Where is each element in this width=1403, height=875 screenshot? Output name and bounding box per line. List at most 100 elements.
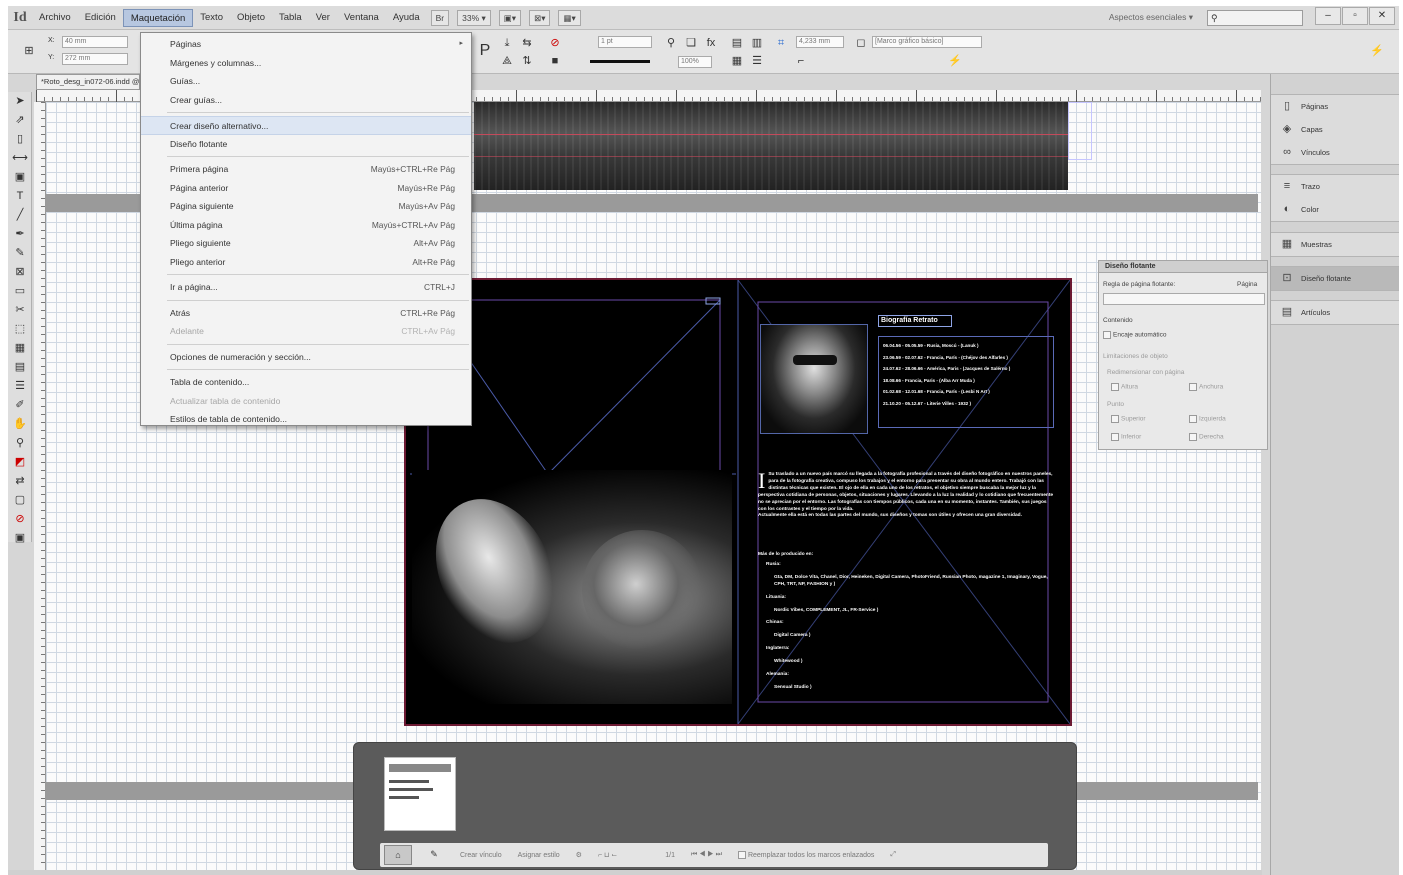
flip-vertical-icon[interactable]: ⇅ [520, 54, 534, 68]
menu-item[interactable]: Diseño flotante [141, 135, 471, 154]
liquid-layout-panel-title[interactable]: Diseño flotante [1099, 261, 1267, 273]
opacity-field[interactable]: 100% [678, 56, 712, 68]
zoom-tool-icon[interactable]: ⚲ [664, 36, 678, 50]
checkbox[interactable] [1111, 433, 1119, 441]
bio-list[interactable]: Más de lo producido en: Rusia: Gta, DM, … [758, 552, 1054, 698]
menu-item[interactable]: Páginas ▸ [141, 35, 471, 54]
menu-item[interactable]: Márgenes y columnas... [141, 54, 471, 73]
hands-photo[interactable] [412, 470, 732, 704]
frame-icons[interactable]: ⌐ ⊔ ⌙ [598, 851, 617, 859]
reference-point-icon[interactable]: ⊞ [22, 44, 36, 58]
zoom-select[interactable]: 33% ▾ [457, 9, 491, 26]
direct-selection-tool-icon[interactable]: ⇗ [8, 111, 32, 130]
width-checkbox[interactable]: Anchura [1189, 383, 1223, 391]
left-checkbox[interactable]: Izquierda [1189, 415, 1226, 423]
text-wrap-icon[interactable]: ☰ [750, 54, 764, 68]
menu-ayuda[interactable]: Ayuda [386, 9, 427, 27]
object-style-icon[interactable]: ◻ [854, 36, 868, 50]
pencil-tool-icon[interactable]: ✎ [8, 244, 32, 263]
menu-item[interactable]: Guías... [141, 72, 471, 91]
page-nav-arrows[interactable]: ⏮ ◀ ▶ ⏭ [691, 851, 722, 859]
scissors-tool-icon[interactable]: ✂ [8, 301, 32, 320]
menu-maquetacion[interactable]: Maquetación [122, 8, 194, 27]
menu-item[interactable]: Estilos de tabla de contenido... [141, 410, 471, 429]
bottom-checkbox[interactable]: Inferior [1111, 433, 1141, 441]
fill-stroke-icon[interactable]: ◩ [8, 453, 32, 472]
height-checkbox[interactable]: Altura [1111, 383, 1138, 391]
eyedropper-tool-icon[interactable]: ✐ [8, 396, 32, 415]
stroke-weight-field[interactable]: 1 pt [598, 36, 652, 48]
top-strip-image[interactable] [474, 102, 1068, 190]
checkbox[interactable] [737, 851, 746, 859]
menu-item[interactable]: Ir a página... CTRL+J [141, 278, 471, 297]
dock-swatches[interactable]: ▦ Muestras [1271, 233, 1399, 256]
menu-texto[interactable]: Texto [193, 9, 230, 27]
menu-item[interactable]: Página siguiente Mayús+Av Pág [141, 197, 471, 216]
rotate-icon[interactable]: ⤓ [500, 36, 514, 50]
content-collector-icon[interactable]: ▣ [8, 168, 32, 187]
restore-button[interactable]: ▫ [1342, 7, 1368, 25]
vertical-ruler[interactable] [34, 102, 46, 872]
bio-title[interactable]: Biografía Retrato [878, 315, 952, 327]
menu-item[interactable]: Pliego anterior Alt+Re Pág [141, 253, 471, 272]
lightning-icon[interactable]: ⚡ [1370, 44, 1384, 58]
swap-colors-icon[interactable]: ⇄ [8, 472, 32, 491]
menu-tabla[interactable]: Tabla [272, 9, 309, 27]
screen-mode-icon[interactable]: ▣ [8, 529, 32, 548]
dock-links[interactable]: ∞ Vínculos [1271, 141, 1399, 164]
minimize-button[interactable]: – [1315, 7, 1341, 25]
menu-archivo[interactable]: Archivo [32, 9, 78, 27]
selection-tool-icon[interactable]: ➤ [8, 92, 32, 111]
checkbox[interactable] [1103, 331, 1111, 339]
menu-item[interactable]: Pliego siguiente Alt+Av Pág [141, 234, 471, 253]
search-input[interactable]: ⚲ [1207, 10, 1303, 26]
line-tool-icon[interactable]: ╱ [8, 206, 32, 225]
zoom-tool-icon[interactable]: ⚲ [8, 434, 32, 453]
stroke-swatch-icon[interactable]: ■ [548, 54, 562, 68]
bio-text-frame[interactable]: I Su traslado a un nuevo país marcó su l… [758, 470, 1054, 520]
type-tool-icon[interactable]: T [8, 187, 32, 206]
checkbox[interactable] [1189, 433, 1197, 441]
menu-ventana[interactable]: Ventana [337, 9, 386, 27]
dock-color[interactable]: ◐ Color [1271, 198, 1399, 221]
fill-swatch-icon[interactable]: ⊘ [548, 36, 562, 50]
page-rule-select[interactable] [1103, 293, 1265, 305]
rectangle-tool-icon[interactable]: ▭ [8, 282, 32, 301]
effects-icon[interactable]: fx [704, 36, 718, 50]
menu-item[interactable]: Primera página Mayús+CTRL+Re Pág [141, 160, 471, 179]
menu-edicion[interactable]: Edición [78, 9, 123, 27]
quick-apply-icon[interactable]: ⚡ [948, 54, 962, 68]
bridge-button[interactable]: Br [430, 9, 450, 26]
dock-pages[interactable]: ▯ Páginas [1271, 95, 1399, 118]
fit-icon[interactable]: ❏ [684, 36, 698, 50]
menu-item[interactable]: Crear diseño alternativo... [141, 116, 471, 135]
dock-layers[interactable]: ◈ Capas [1271, 118, 1399, 141]
flip-horizontal-icon[interactable]: ⇆ [520, 36, 534, 50]
expand-icon[interactable]: ⤢ [890, 851, 896, 859]
distribute-icon[interactable]: ▦ [730, 54, 744, 68]
view-options-button[interactable]: ▣▾ [498, 9, 522, 26]
settings-icon[interactable]: ⚙ [576, 851, 582, 859]
checkbox[interactable] [1111, 415, 1119, 423]
formatting-affects-container-icon[interactable]: ▢ [8, 491, 32, 510]
frame-fitting-icon[interactable]: ⌗ [774, 36, 788, 50]
menu-item[interactable]: Página anterior Mayús+Re Pág [141, 179, 471, 198]
menu-item[interactable]: Última página Mayús+CTRL+Av Pág [141, 216, 471, 235]
close-button[interactable]: ✕ [1369, 7, 1395, 25]
y-position-field[interactable]: 272 mm [62, 53, 128, 65]
workspace-switcher[interactable]: Aspectos esenciales ▾ [1109, 12, 1193, 23]
rectangle-frame-tool-icon[interactable]: ⊠ [8, 263, 32, 282]
menu-item[interactable]: Tabla de contenido... [141, 373, 471, 392]
dock-liquid-layout[interactable]: ⊡ Diseño flotante [1271, 267, 1399, 290]
create-link-label[interactable]: Crear vínculo [460, 852, 502, 859]
align-left-icon[interactable]: ▤ [730, 36, 744, 50]
document-spread[interactable]: Biografía Retrato 06.04.56 - 05.05.59 - … [404, 278, 1072, 726]
dimension-field[interactable]: 4,233 mm [796, 36, 844, 48]
page-thumbnail[interactable] [384, 757, 456, 831]
note-tool-icon[interactable]: ☰ [8, 377, 32, 396]
dock-articles[interactable]: ▤ Artículos [1271, 301, 1399, 324]
free-transform-tool-icon[interactable]: ⬚ [8, 320, 32, 339]
arrange-documents-button[interactable]: ▦▾ [558, 9, 581, 26]
menu-item[interactable]: Crear guías... [141, 91, 471, 110]
gradient-tool-icon[interactable]: ▦ [8, 339, 32, 358]
